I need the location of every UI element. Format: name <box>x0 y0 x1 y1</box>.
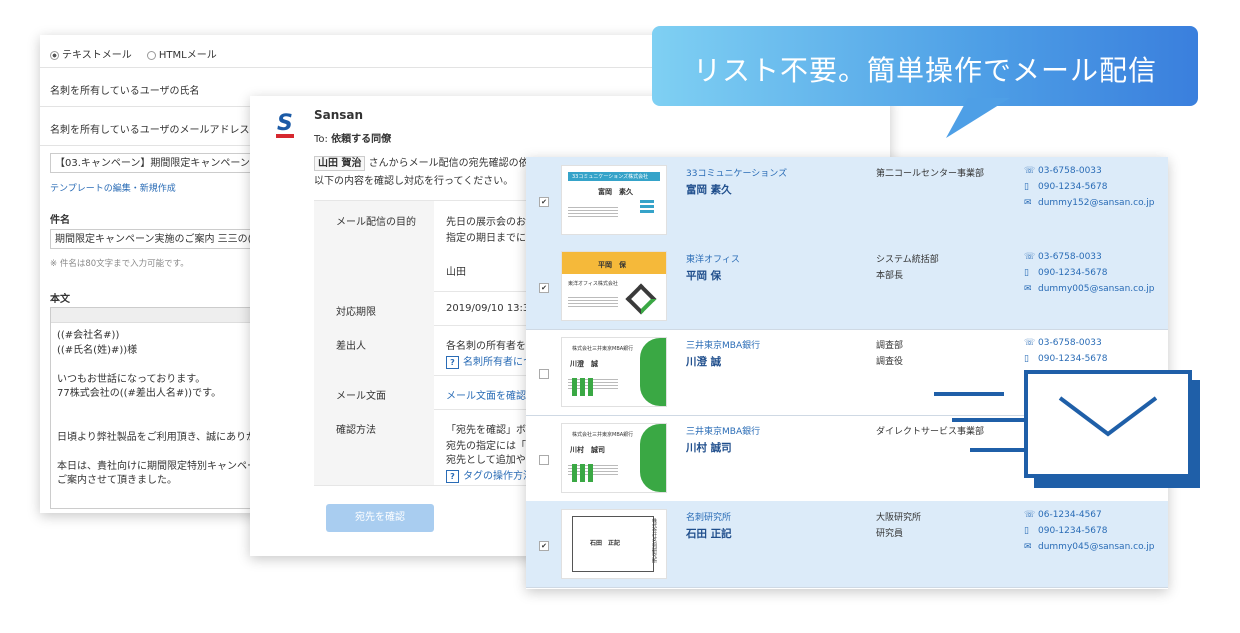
card-company: 東洋オフィス株式会社 <box>568 281 618 287</box>
email-value[interactable]: ✉ dummy045@sansan.co.jp <box>1024 542 1155 552</box>
row-checkbox[interactable]: ✔ <box>539 283 549 293</box>
business-card-image: 石田 正記 株式会社名刺研究所 <box>561 509 667 579</box>
intro-text: 山田 賀治 さんからメール配信の宛先確認の依頼が <box>314 154 549 171</box>
card-company: 株式会社名刺研究所 <box>651 518 657 563</box>
mobile-value: ▯ 090-1234-5678 <box>1024 268 1107 278</box>
mobile-text: 090-1234-5678 <box>1038 526 1108 536</box>
mobile-icon: ▯ <box>1024 354 1029 364</box>
job-title: 調査役 <box>876 357 904 367</box>
job-title: 研究員 <box>876 529 904 539</box>
to-line: To: 依頼する同僚 <box>314 134 392 145</box>
view-mail-body-link[interactable]: メール文面を確認 <box>446 387 526 402</box>
row-checkbox[interactable]: ✔ <box>539 197 549 207</box>
card-name: 石田 正記 <box>590 540 621 547</box>
tel-text: 03-6758-0033 <box>1038 338 1102 348</box>
mobile-value: ▯ 090-1234-5678 <box>1024 182 1107 192</box>
person-name: 石田 正記 <box>686 528 732 540</box>
company-name-link[interactable]: 三井東京MBA銀行 <box>686 338 760 351</box>
card-lines <box>568 295 618 309</box>
subject-label: 件名 <box>50 215 70 226</box>
tel-value: ☏ 03-6758-0033 <box>1024 166 1102 176</box>
person-name: 川村 誠司 <box>686 442 732 454</box>
card-name: 富岡 素久 <box>598 188 633 196</box>
row-checkbox[interactable] <box>539 369 549 379</box>
row-checkbox[interactable] <box>539 455 549 465</box>
phone-icon: ☏ <box>1024 510 1036 520</box>
svg-text:S: S <box>277 111 293 136</box>
headline-bubble: リスト不要。簡単操作でメール配信 <box>652 26 1198 106</box>
mail-format-row: テキストメール HTMLメール <box>40 35 720 68</box>
help-icon: ? <box>446 470 459 483</box>
bubble-tail-icon <box>946 98 1010 138</box>
department: 大阪研究所 <box>876 513 922 523</box>
mobile-icon: ▯ <box>1024 526 1029 536</box>
department: システム統括部 <box>876 255 939 265</box>
list-item[interactable]: ✔ 33コミュニケーションズ株式会社 富岡 素久 33コミュニケーションズ 富岡 素久第… <box>526 157 1168 244</box>
email-text: dummy005@sansan.co.jp <box>1038 284 1155 294</box>
person-name: 富岡 素久 <box>686 184 732 196</box>
envelope-icon: ✉ <box>1024 198 1032 208</box>
tel-text: 03-6758-0033 <box>1038 252 1102 262</box>
body-label: 本文 <box>50 294 70 305</box>
help-icon: ? <box>446 356 459 369</box>
envelope-icon: ✉ <box>1024 284 1032 294</box>
list-item[interactable]: ✔ 平岡 保東洋オフィス株式会社 東洋オフィス 平岡 保システム統括部 本部長 ☏ 03-6… <box>526 243 1168 330</box>
format-text-radio[interactable]: テキストメール <box>50 50 132 61</box>
business-card-image: 株式会社三井東京MBA銀行 川村 誠司 <box>561 423 667 493</box>
email-text: dummy152@sansan.co.jp <box>1038 198 1155 208</box>
person-name: 川澄 誠 <box>686 356 722 368</box>
headline-text: リスト不要。簡単操作でメール配信 <box>692 54 1157 87</box>
phone-icon: ☏ <box>1024 166 1036 176</box>
mobile-text: 090-1234-5678 <box>1038 182 1108 192</box>
email-value[interactable]: ✉ dummy152@sansan.co.jp <box>1024 198 1155 208</box>
business-card-image: 33コミュニケーションズ株式会社 富岡 素久 <box>561 165 667 235</box>
person-name: 平岡 保 <box>686 270 722 282</box>
company-name-link[interactable]: 東洋オフィス <box>686 252 740 265</box>
card-logo-icon <box>625 283 657 315</box>
job-title: 本部長 <box>876 271 904 281</box>
tel-text: 06-1234-4567 <box>1038 510 1102 520</box>
sansan-logo-icon: S <box>276 111 294 138</box>
mail-send-icon <box>934 370 1200 488</box>
card-logo-icon <box>640 200 654 214</box>
card-lines <box>568 205 618 219</box>
email-value[interactable]: ✉ dummy005@sansan.co.jp <box>1024 284 1155 294</box>
phone-icon: ☏ <box>1024 252 1036 262</box>
business-card-image: 平岡 保東洋オフィス株式会社 <box>561 251 667 321</box>
envelope-icon: ✉ <box>1024 542 1032 552</box>
mobile-value: ▯ 090-1234-5678 <box>1024 526 1107 536</box>
mobile-text: 090-1234-5678 <box>1038 354 1108 364</box>
mobile-icon: ▯ <box>1024 182 1029 192</box>
mobile-value: ▯ 090-1234-5678 <box>1024 354 1107 364</box>
sender-tag: 山田 賀治 <box>314 156 366 171</box>
intro-text-2: 以下の内容を確認し対応を行ってください。 <box>314 176 514 187</box>
subject-note: ※ 件名は80文字まで入力可能です。 <box>50 259 189 269</box>
company-name-link[interactable]: 名刺研究所 <box>686 510 731 523</box>
list-item[interactable]: ✔ 石田 正記 株式会社名刺研究所 名刺研究所石田 正記 大阪研究所研究員 ☏ 06-123… <box>526 501 1168 588</box>
business-card-image: 株式会社三井東京MBA銀行 川澄 誠 <box>561 337 667 407</box>
template-edit-link[interactable]: テンプレートの編集・新規作成 <box>50 181 176 194</box>
confirm-recipients-button[interactable]: 宛先を確認 <box>326 504 434 532</box>
phone-icon: ☏ <box>1024 338 1036 348</box>
department: 調査部 <box>876 341 904 351</box>
email-text: dummy045@sansan.co.jp <box>1038 542 1155 552</box>
bank-logo-icon <box>640 338 666 406</box>
tel-value: ☏ 06-1234-4567 <box>1024 510 1102 520</box>
row-checkbox[interactable]: ✔ <box>539 541 549 551</box>
card-header: 33コミュニケーションズ株式会社 <box>568 172 660 181</box>
tel-text: 03-6758-0033 <box>1038 166 1102 176</box>
mobile-icon: ▯ <box>1024 268 1029 278</box>
tel-value: ☏ 03-6758-0033 <box>1024 252 1102 262</box>
company-name-link[interactable]: 三井東京MBA銀行 <box>686 424 760 437</box>
mobile-text: 090-1234-5678 <box>1038 268 1108 278</box>
company-name-link[interactable]: 33コミュニケーションズ <box>686 166 787 179</box>
bank-logo-icon <box>640 424 666 492</box>
department: 第二コールセンター事業部 <box>876 169 985 179</box>
card-name: 平岡 保 <box>598 261 626 269</box>
format-html-radio[interactable]: HTMLメール <box>146 50 217 61</box>
tel-value: ☏ 03-6758-0033 <box>1024 338 1102 348</box>
brand-name: Sansan <box>314 108 364 122</box>
